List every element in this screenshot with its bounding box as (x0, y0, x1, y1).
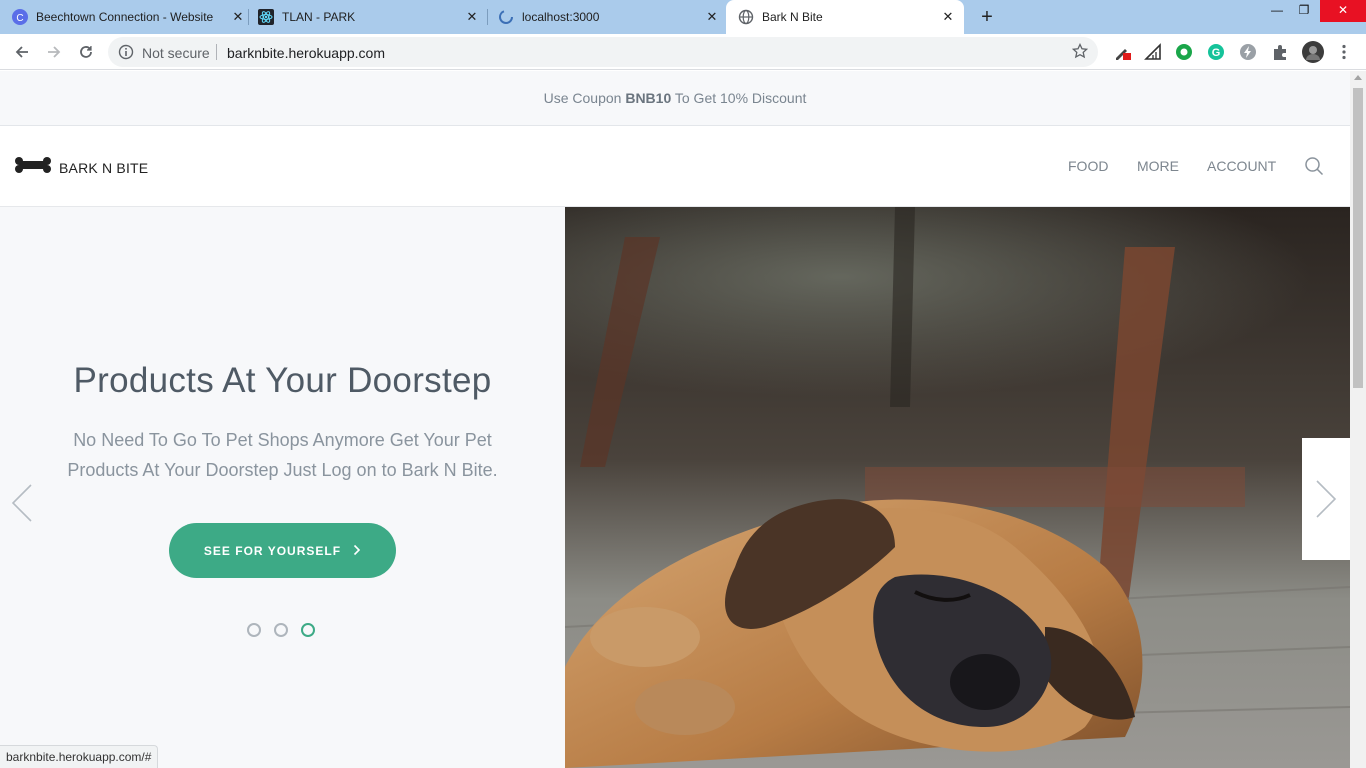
coupon-suffix: To Get 10% Discount (674, 90, 807, 106)
bolt-extension-icon[interactable] (1239, 43, 1257, 61)
cta-label: SEE FOR YOURSELF (203, 543, 342, 558)
omnibox-divider (216, 44, 217, 60)
c-logo-icon: C (12, 9, 28, 25)
carousel-next-arrow[interactable] (1302, 438, 1350, 560)
coupon-code: BNB10 (625, 90, 672, 106)
new-tab-icon[interactable]: + (977, 7, 997, 27)
chevron-right-icon (353, 543, 361, 559)
pen-extension-icon[interactable] (1113, 43, 1131, 61)
hero-carousel: Products At Your Doorstep No Need To Go … (0, 207, 1350, 768)
close-tab-icon[interactable]: ✕ (704, 9, 720, 25)
nav-item-food[interactable]: FOOD (1068, 158, 1108, 174)
see-for-yourself-button[interactable]: SEE FOR YOURSELF (169, 523, 396, 578)
puzzle-extensions-icon[interactable] (1271, 43, 1289, 61)
info-icon[interactable] (118, 44, 134, 65)
nav-item-account[interactable]: ACCOUNT (1207, 158, 1276, 174)
bone-icon (15, 157, 51, 178)
react-icon (258, 9, 274, 25)
carousel-dot[interactable] (247, 623, 261, 637)
close-tab-icon[interactable]: ✕ (464, 9, 480, 25)
carousel-indicators (247, 623, 328, 637)
scroll-up-icon[interactable] (1354, 75, 1362, 80)
site-header: BARK N BITE FOOD MORE ACCOUNT (0, 126, 1350, 207)
tab-divider (487, 9, 488, 25)
hero-text-panel: Products At Your Doorstep No Need To Go … (0, 207, 565, 768)
browser-tab[interactable]: C Beechtown Connection - Website ✕ (12, 0, 246, 34)
browser-tab-active[interactable]: Bark N Bite ✕ (726, 0, 964, 34)
carousel-dot-active[interactable] (301, 623, 315, 637)
carousel-dot[interactable] (274, 623, 288, 637)
reload-icon[interactable] (76, 42, 96, 62)
grammarly-icon[interactable]: G (1207, 43, 1225, 61)
nav-item-more[interactable]: MORE (1137, 158, 1179, 174)
carousel-prev-arrow[interactable] (10, 483, 34, 528)
hero-subtitle: No Need To Go To Pet Shops Anymore Get Y… (67, 430, 498, 480)
svg-text:C: C (16, 13, 23, 24)
browser-tab[interactable]: TLAN - PARK ✕ (258, 0, 480, 34)
coupon-banner: Use Coupon BNB10 To Get 10% Discount (0, 71, 1350, 126)
coupon-prefix: Use Coupon (543, 90, 622, 106)
restore-icon[interactable]: ❐ (1289, 0, 1319, 22)
green-extension-icon[interactable] (1175, 43, 1193, 61)
chevron-right-icon (1316, 480, 1337, 518)
close-tab-icon[interactable]: ✕ (230, 9, 246, 25)
svg-text:G: G (1212, 47, 1221, 59)
browser-menu-icon[interactable] (1335, 43, 1353, 61)
profile-avatar[interactable] (1302, 41, 1324, 63)
page-scrollbar[interactable] (1350, 71, 1366, 768)
search-icon[interactable] (1304, 156, 1324, 181)
security-label: Not secure (142, 45, 210, 61)
tab-title: Bark N Bite (762, 10, 823, 24)
status-bar-url: barknbite.herokuapp.com/# (0, 745, 159, 768)
forward-icon[interactable] (44, 42, 64, 62)
hero-dog-image (565, 207, 1350, 768)
browser-tab-strip: C Beechtown Connection - Website ✕ TLAN … (0, 0, 1366, 34)
scrollbar-thumb[interactable] (1353, 88, 1363, 388)
ruler-extension-icon[interactable] (1144, 43, 1162, 61)
back-icon[interactable] (12, 42, 32, 62)
bookmark-star-icon[interactable] (1071, 42, 1089, 64)
hero-title: Products At Your Doorstep (73, 361, 492, 400)
page-viewport: Use Coupon BNB10 To Get 10% Discount BAR… (0, 71, 1350, 768)
close-tab-icon[interactable]: ✕ (940, 9, 956, 25)
tab-title: Beechtown Connection - Website (36, 10, 214, 24)
globe-icon (738, 9, 754, 25)
tab-title: TLAN - PARK (282, 10, 356, 24)
tab-title: localhost:3000 (522, 10, 600, 24)
browser-tab[interactable]: localhost:3000 ✕ (498, 0, 720, 34)
brand-name: BARK N BITE (59, 159, 149, 176)
minimize-icon[interactable]: — (1262, 0, 1292, 22)
browser-toolbar: Not secure barknbite.herokuapp.com G (0, 34, 1366, 70)
address-bar[interactable]: Not secure barknbite.herokuapp.com (108, 37, 1098, 67)
spinner-icon (498, 9, 514, 25)
url-text[interactable]: barknbite.herokuapp.com (227, 45, 385, 61)
window-close-icon[interactable]: ✕ (1320, 0, 1366, 22)
tab-divider (248, 9, 249, 25)
brand-logo[interactable]: BARK N BITE (15, 157, 148, 178)
